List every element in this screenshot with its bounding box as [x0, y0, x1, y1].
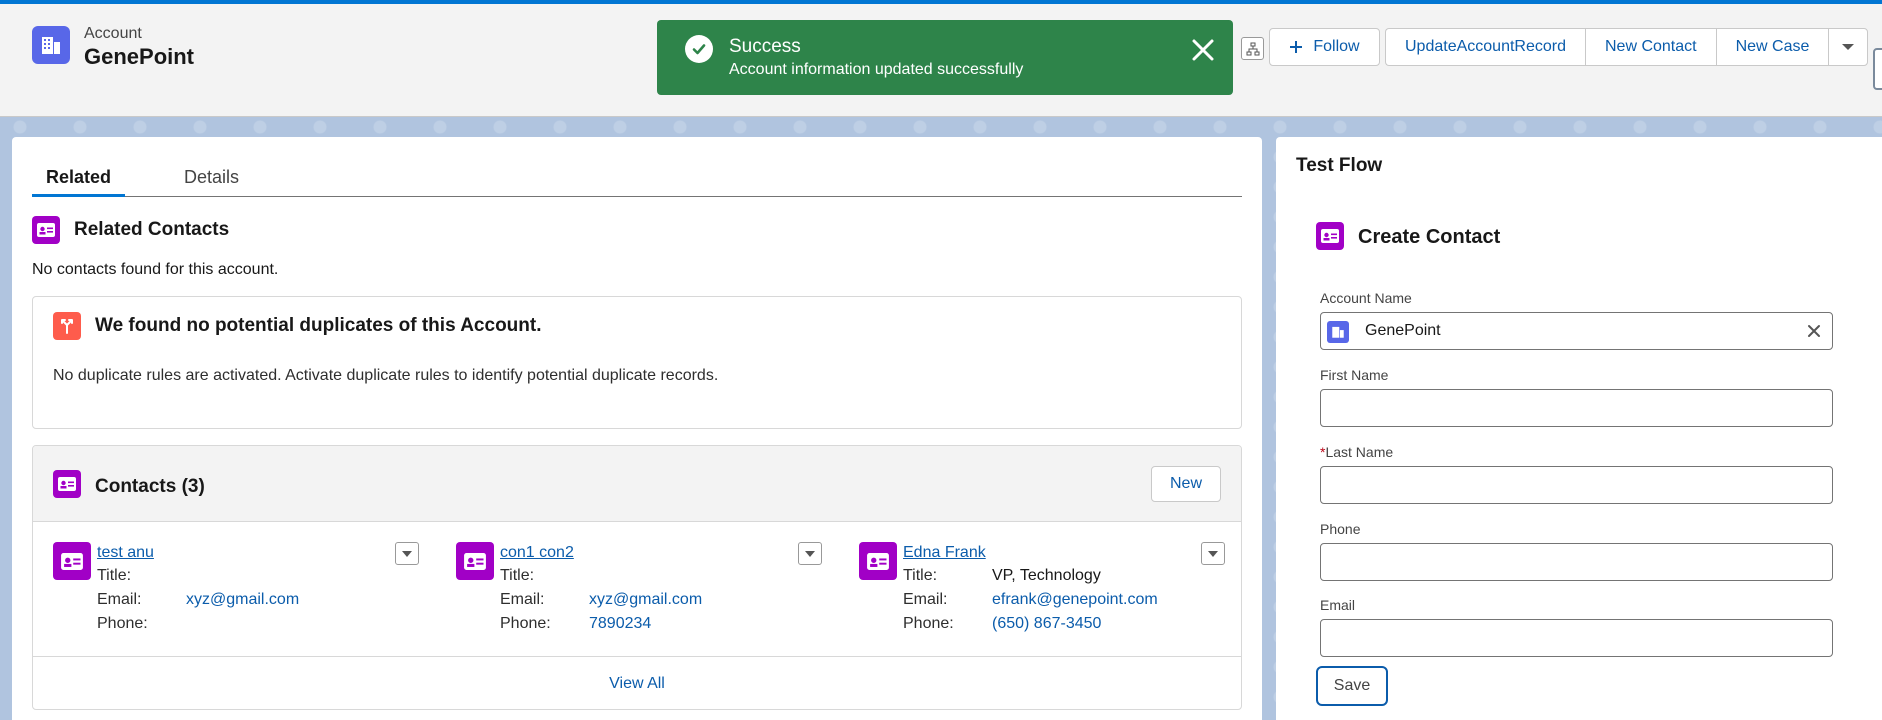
- chevron-down-icon: [1842, 44, 1855, 50]
- contact-title-label: Title:: [903, 567, 938, 584]
- last-name-field[interactable]: [1320, 466, 1833, 504]
- plus-icon: [1290, 41, 1303, 53]
- contact-card-icon: [53, 542, 91, 580]
- contacts-related-list: Contacts (3) New test anu Title: Email: …: [32, 445, 1242, 710]
- contact-title-label: Title:: [97, 567, 132, 584]
- contact-phone-label: Phone:: [97, 615, 148, 632]
- update-account-record-button[interactable]: UpdateAccountRecord: [1385, 28, 1585, 66]
- duplicates-title: We found no potential duplicates of this…: [95, 315, 542, 336]
- chevron-down-icon: [402, 550, 412, 557]
- chevron-down-icon: [805, 550, 815, 557]
- contact-row-menu[interactable]: [395, 542, 419, 565]
- more-actions-button[interactable]: [1828, 28, 1869, 66]
- contact-name-link[interactable]: test anu: [97, 544, 154, 562]
- contact-title-label: Title:: [500, 567, 535, 584]
- record-header: Account GenePoint Success Account inform…: [0, 4, 1882, 117]
- contact-tile: Edna Frank Title: VP, Technology Email: …: [859, 542, 1239, 642]
- toast-message: Account information updated successfully: [729, 61, 1024, 78]
- contact-email-link[interactable]: efrank@genepoint.com: [992, 591, 1158, 609]
- contact-card-icon: [1316, 222, 1344, 250]
- hierarchy-icon: [1246, 42, 1259, 55]
- flow-title: Test Flow: [1296, 155, 1383, 176]
- tab-details[interactable]: Details: [170, 159, 253, 197]
- contact-tile: con1 con2 Title: Email: xyz@gmail.com Ph…: [456, 542, 836, 642]
- contacts-footer: View All: [33, 656, 1241, 709]
- first-name-field[interactable]: [1320, 389, 1833, 427]
- last-name-label: Last Name: [1325, 444, 1394, 460]
- toast-title: Success: [729, 36, 801, 57]
- chevron-down-icon: [1208, 550, 1218, 557]
- account-icon: [32, 26, 70, 64]
- contact-tile: test anu Title: Email: xyz@gmail.com Pho…: [53, 542, 433, 642]
- related-card: Related Details Related Contacts No cont…: [12, 137, 1262, 720]
- phone-field[interactable]: [1320, 543, 1833, 581]
- contact-name-link[interactable]: con1 con2: [500, 544, 574, 562]
- record-name: GenePoint: [84, 44, 195, 69]
- action-button-group: UpdateAccountRecord New Contact New Case: [1385, 28, 1869, 66]
- contact-phone-label: Phone:: [903, 615, 954, 632]
- create-contact-title: Create Contact: [1358, 226, 1501, 248]
- new-contact-button[interactable]: New Contact: [1584, 28, 1716, 66]
- object-type-label: Account: [84, 25, 142, 42]
- contact-email-link[interactable]: xyz@gmail.com: [186, 591, 299, 609]
- contact-row-menu[interactable]: [1201, 542, 1225, 565]
- account-icon: [1327, 321, 1349, 343]
- contact-email-label: Email:: [97, 591, 142, 608]
- email-field[interactable]: [1320, 619, 1833, 657]
- contact-email-label: Email:: [500, 591, 545, 608]
- new-contact-list-button[interactable]: New: [1151, 466, 1221, 502]
- hierarchy-button[interactable]: [1241, 37, 1264, 60]
- contact-name-link[interactable]: Edna Frank: [903, 544, 986, 562]
- related-contacts-title: Related Contacts: [74, 219, 230, 240]
- follow-label: Follow: [1313, 38, 1360, 55]
- related-contacts-empty: No contacts found for this account.: [32, 261, 279, 278]
- phone-label: Phone: [1320, 521, 1361, 537]
- tab-related[interactable]: Related: [32, 159, 126, 197]
- contacts-title: Contacts (3): [95, 476, 205, 497]
- duplicates-message: No duplicate rules are activated. Activa…: [53, 367, 719, 384]
- contact-title-value: VP, Technology: [992, 567, 1101, 584]
- contact-row-menu[interactable]: [798, 542, 822, 565]
- record-tabs: Related Details: [32, 159, 1242, 197]
- last-name-label-row: *Last Name: [1320, 444, 1393, 460]
- duplicates-card: We found no potential duplicates of this…: [32, 296, 1242, 429]
- contact-card-icon: [456, 542, 494, 580]
- follow-button[interactable]: Follow: [1269, 28, 1380, 66]
- success-toast: Success Account information updated succ…: [657, 20, 1233, 95]
- account-name-label: Account Name: [1320, 290, 1412, 306]
- toast-close-icon[interactable]: [1189, 36, 1217, 64]
- first-name-label: First Name: [1320, 367, 1389, 383]
- contact-card-icon: [859, 542, 897, 580]
- email-label: Email: [1320, 597, 1356, 613]
- contact-phone-link[interactable]: (650) 867-3450: [992, 615, 1101, 633]
- save-button[interactable]: Save: [1316, 666, 1388, 706]
- contact-card-icon: [53, 470, 81, 498]
- contact-phone-link[interactable]: 7890234: [589, 615, 651, 633]
- success-check-icon: [685, 35, 713, 63]
- flow-card: Test Flow Create Contact Account Name Ge…: [1276, 137, 1882, 720]
- account-name-value: GenePoint: [1365, 322, 1441, 339]
- view-all-link[interactable]: View All: [33, 675, 1241, 693]
- account-name-lookup[interactable]: GenePoint: [1320, 312, 1833, 350]
- utility-panel-tab[interactable]: [1873, 48, 1882, 90]
- duplicate-merge-icon: [53, 312, 81, 340]
- clear-icon[interactable]: [1806, 323, 1822, 339]
- contact-card-icon: [32, 216, 60, 244]
- contacts-header: Contacts (3) New: [33, 446, 1241, 522]
- contact-phone-label: Phone:: [500, 615, 551, 632]
- contact-email-label: Email:: [903, 591, 948, 608]
- contact-email-link[interactable]: xyz@gmail.com: [589, 591, 702, 609]
- new-case-button[interactable]: New Case: [1715, 28, 1829, 66]
